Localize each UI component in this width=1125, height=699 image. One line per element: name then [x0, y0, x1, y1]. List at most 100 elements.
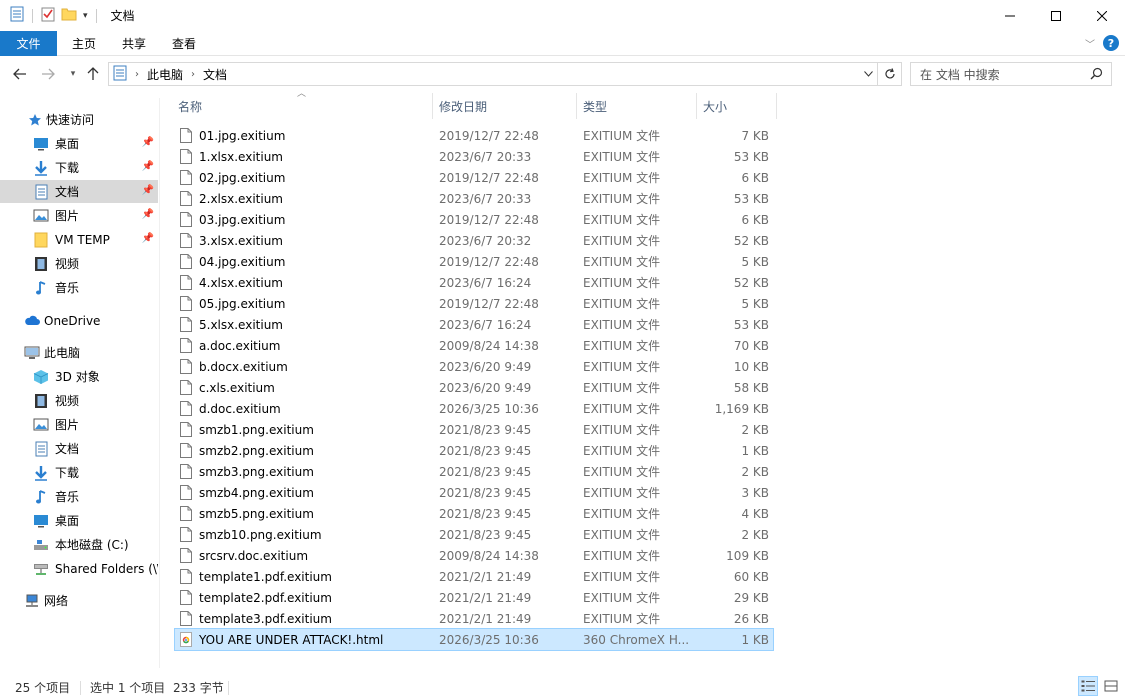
- file-row[interactable]: template2.pdf.exitium 2021/2/1 21:49 EXITI…: [175, 587, 773, 608]
- nav-item-pictures[interactable]: 图片 📌: [0, 204, 158, 227]
- nav-onedrive[interactable]: OneDrive: [24, 309, 100, 332]
- pane-divider[interactable]: [159, 98, 160, 668]
- chevron-down-icon[interactable]: ▾: [83, 11, 88, 21]
- file-date: 2019/12/7 22:48: [439, 128, 539, 143]
- file-size: 6 KB: [741, 212, 769, 227]
- nav-item-pc-desktop[interactable]: 桌面: [33, 509, 79, 532]
- recent-locations-button[interactable]: ▾: [62, 63, 84, 85]
- nav-item-pc-downloads[interactable]: 下载: [33, 461, 79, 484]
- file-row[interactable]: b.docx.exitium 2023/6/20 9:49 EXITIUM 文件 10…: [175, 356, 773, 377]
- search-input[interactable]: 在 文档 中搜索: [910, 62, 1112, 86]
- file-row[interactable]: 2.xlsx.exitium 2023/6/7 20:33 EXITIUM 文件 53…: [175, 188, 773, 209]
- large-icons-view-icon[interactable]: [1101, 676, 1121, 696]
- tab-file[interactable]: 文件: [0, 30, 57, 56]
- column-divider[interactable]: [776, 93, 777, 119]
- up-button[interactable]: [82, 63, 104, 85]
- close-button[interactable]: [1079, 0, 1125, 31]
- nav-this-pc[interactable]: 此电脑: [24, 341, 80, 364]
- refresh-button[interactable]: [878, 62, 902, 86]
- pin-icon[interactable]: 📌: [142, 185, 154, 196]
- nav-item-desktop[interactable]: 桌面 📌: [0, 132, 158, 155]
- file-row[interactable]: smzb1.png.exitium 2021/8/23 9:45 EXITIUM 文…: [175, 419, 773, 440]
- column-header-size[interactable]: 大小: [703, 93, 763, 119]
- file-row[interactable]: template1.pdf.exitium 2021/2/1 21:49 EXITI…: [175, 566, 773, 587]
- file-row[interactable]: smzb2.png.exitium 2021/8/23 9:45 EXITIUM 文…: [175, 440, 773, 461]
- file-size: 2 KB: [741, 527, 769, 542]
- column-divider[interactable]: [432, 93, 433, 119]
- chevron-right-icon[interactable]: ›: [191, 69, 195, 80]
- file-row[interactable]: d.doc.exitium 2026/3/25 10:36 EXITIUM 文件 1,…: [175, 398, 773, 419]
- nav-quick-access[interactable]: 快速访问: [27, 108, 94, 131]
- file-row[interactable]: 04.jpg.exitium 2019/12/7 22:48 EXITIUM 文件 5…: [175, 251, 773, 272]
- column-divider[interactable]: [696, 93, 697, 119]
- file-row[interactable]: a.doc.exitium 2009/8/24 14:38 EXITIUM 文件 70…: [175, 335, 773, 356]
- search-icon[interactable]: [1090, 67, 1103, 83]
- breadcrumb-this-pc[interactable]: 此电脑: [147, 66, 183, 83]
- details-view-icon[interactable]: [1078, 676, 1098, 696]
- pin-icon[interactable]: 📌: [142, 137, 154, 148]
- expand-ribbon-icon[interactable]: ﹀: [1085, 36, 1095, 51]
- back-button[interactable]: [9, 63, 31, 85]
- nav-item-shared-folders[interactable]: Shared Folders (\\: [33, 557, 158, 580]
- file-row[interactable]: smzb4.png.exitium 2021/8/23 9:45 EXITIUM 文…: [175, 482, 773, 503]
- file-row[interactable]: 4.xlsx.exitium 2023/6/7 16:24 EXITIUM 文件 52…: [175, 272, 773, 293]
- file-row[interactable]: smzb5.png.exitium 2021/8/23 9:45 EXITIUM 文…: [175, 503, 773, 524]
- column-header-date[interactable]: 修改日期: [439, 93, 569, 119]
- nav-network[interactable]: 网络: [24, 589, 68, 612]
- forward-button[interactable]: [37, 63, 59, 85]
- nav-item-pc-videos[interactable]: 视频: [33, 389, 79, 412]
- file-row[interactable]: 05.jpg.exitium 2019/12/7 22:48 EXITIUM 文件 5…: [175, 293, 773, 314]
- file-date: 2021/8/23 9:45: [439, 464, 532, 479]
- nav-item-videos[interactable]: 视频: [0, 252, 158, 275]
- pin-icon[interactable]: 📌: [142, 209, 154, 220]
- tab-share[interactable]: 共享: [109, 31, 159, 56]
- view-toggle: [1078, 676, 1121, 696]
- nav-item-3d-objects[interactable]: 3D 对象: [33, 365, 100, 388]
- column-divider[interactable]: [576, 93, 577, 119]
- file-row[interactable]: smzb3.png.exitium 2021/8/23 9:45 EXITIUM 文…: [175, 461, 773, 482]
- file-size: 53 KB: [733, 317, 769, 332]
- file-row[interactable]: template3.pdf.exitium 2021/2/1 21:49 EXITI…: [175, 608, 773, 629]
- file-row[interactable]: 01.jpg.exitium 2019/12/7 22:48 EXITIUM 文件 7…: [175, 125, 773, 146]
- tab-view[interactable]: 查看: [159, 31, 209, 56]
- column-header-type[interactable]: 类型: [583, 93, 683, 119]
- new-folder-icon[interactable]: [61, 6, 77, 25]
- music-icon: [33, 489, 49, 505]
- file-row[interactable]: YOU ARE UNDER ATTACK!.html 2026/3/25 10:3…: [174, 628, 774, 651]
- breadcrumb-documents[interactable]: 文档: [203, 66, 227, 83]
- minimize-button[interactable]: [987, 0, 1033, 31]
- file-row[interactable]: 02.jpg.exitium 2019/12/7 22:48 EXITIUM 文件 6…: [175, 167, 773, 188]
- file-row[interactable]: 3.xlsx.exitium 2023/6/7 20:32 EXITIUM 文件 52…: [175, 230, 773, 251]
- pin-icon[interactable]: 📌: [142, 233, 154, 244]
- chevron-right-icon[interactable]: ›: [135, 69, 139, 80]
- tab-home[interactable]: 主页: [59, 31, 109, 56]
- ribbon-tabs: 文件 主页 共享 查看 ﹀ ?: [0, 30, 1125, 56]
- nav-item-local-disk[interactable]: 本地磁盘 (C:): [33, 533, 129, 556]
- file-row[interactable]: srcsrv.doc.exitium 2009/8/24 14:38 EXITIUM…: [175, 545, 773, 566]
- file-row[interactable]: 1.xlsx.exitium 2023/6/7 20:33 EXITIUM 文件 53…: [175, 146, 773, 167]
- address-bar[interactable]: › 此电脑 › 文档: [108, 62, 878, 86]
- nav-item-pc-music[interactable]: 音乐: [33, 485, 79, 508]
- column-header-name[interactable]: 名称: [178, 93, 428, 119]
- status-item-count: 25 个项目: [15, 681, 71, 695]
- nav-item-downloads[interactable]: 下载 📌: [0, 156, 158, 179]
- file-row[interactable]: c.xls.exitium 2023/6/20 9:49 EXITIUM 文件 58 …: [175, 377, 773, 398]
- file-date: 2021/8/23 9:45: [439, 527, 532, 542]
- file-row[interactable]: 03.jpg.exitium 2019/12/7 22:48 EXITIUM 文件 6…: [175, 209, 773, 230]
- document-icon[interactable]: [10, 6, 24, 25]
- nav-item-documents[interactable]: 文档 📌: [0, 180, 158, 203]
- nav-item-vm-temp[interactable]: VM TEMP 📌: [0, 228, 158, 251]
- file-row[interactable]: smzb10.png.exitium 2021/8/23 9:45 EXITIUM …: [175, 524, 773, 545]
- file-date: 2026/3/25 10:36: [439, 632, 539, 647]
- properties-icon[interactable]: [41, 6, 55, 25]
- help-icon[interactable]: ?: [1103, 35, 1119, 51]
- address-dropdown-button[interactable]: [859, 63, 877, 85]
- file-name: 2.xlsx.exitium: [199, 191, 283, 206]
- status-selection: 选中 1 个项目: [90, 681, 166, 695]
- maximize-button[interactable]: [1033, 0, 1079, 31]
- pin-icon[interactable]: 📌: [142, 161, 154, 172]
- file-row[interactable]: 5.xlsx.exitium 2023/6/7 16:24 EXITIUM 文件 53…: [175, 314, 773, 335]
- nav-item-pc-documents[interactable]: 文档: [33, 437, 79, 460]
- nav-item-music[interactable]: 音乐: [0, 276, 158, 299]
- nav-item-pc-pictures[interactable]: 图片: [33, 413, 79, 436]
